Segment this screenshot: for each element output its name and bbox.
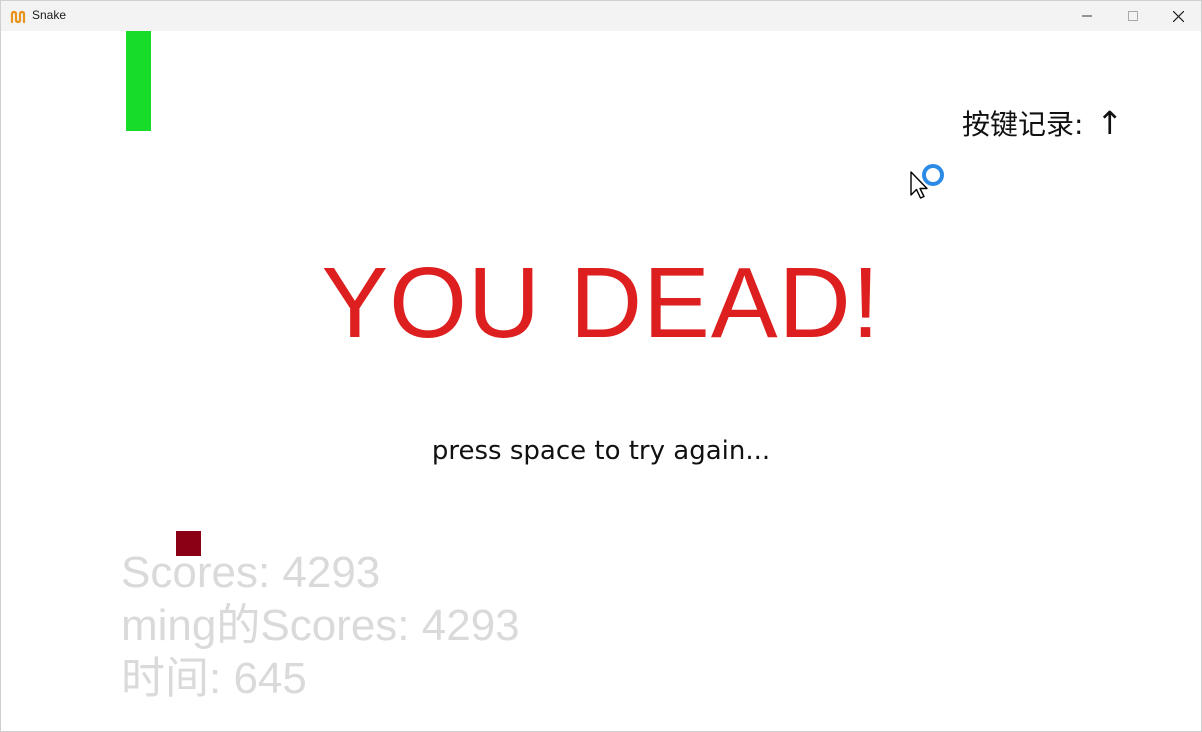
user-scores-text: ming的Scores: 4293 — [121, 601, 520, 650]
scores-text: Scores: 4293 — [121, 548, 381, 597]
key-record: 按键记录: ↑ — [962, 103, 1123, 143]
close-button[interactable] — [1155, 1, 1201, 31]
busy-indicator-icon — [922, 164, 944, 186]
maximize-button[interactable] — [1110, 1, 1156, 31]
key-record-label: 按键记录: — [962, 108, 1084, 141]
stats-panel: Scores: 4293 ming的Scores: 4293 时间: 645 — [121, 546, 520, 705]
time-text: 时间: 645 — [121, 654, 307, 703]
maximize-icon — [1128, 11, 1138, 21]
snake-window: Snake 按键记录: ↑ YOU DEAD! press space to t… — [0, 0, 1202, 732]
minimize-icon — [1082, 11, 1092, 21]
game-canvas[interactable]: 按键记录: ↑ YOU DEAD! press space to try aga… — [1, 31, 1201, 731]
game-over-message: YOU DEAD! — [321, 247, 881, 359]
snake-app-icon — [10, 9, 26, 24]
snake-body — [126, 31, 151, 131]
title-bar[interactable]: Snake — [1, 1, 1201, 31]
up-arrow-icon: ↑ — [1096, 104, 1124, 142]
close-icon — [1172, 10, 1184, 22]
minimize-button[interactable] — [1064, 1, 1110, 31]
retry-prompt: press space to try again... — [431, 436, 771, 466]
window-title: Snake — [32, 8, 67, 22]
